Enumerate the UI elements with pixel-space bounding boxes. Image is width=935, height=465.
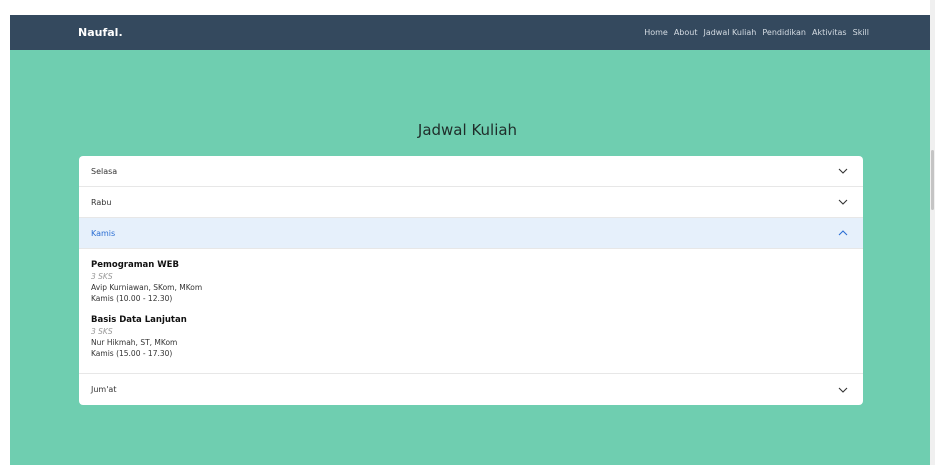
- nav-link-skill[interactable]: Skill: [853, 28, 869, 37]
- nav-links: Home About Jadwal Kuliah Pendidikan Akti…: [644, 15, 869, 50]
- accordion-header-selasa[interactable]: Selasa: [79, 156, 863, 187]
- scrollbar-thumb[interactable]: [931, 150, 934, 210]
- chevron-down-icon: [838, 168, 848, 174]
- course-credits: 3 SKS: [91, 272, 113, 281]
- nav-link-aktivitas[interactable]: Aktivitas: [812, 28, 847, 37]
- page-top-strip: [0, 0, 935, 15]
- chevron-down-icon: [838, 199, 848, 205]
- brand-logo[interactable]: Naufal.: [78, 15, 123, 50]
- course-lecturer: Avip Kurniawan, SKom, MKom: [91, 283, 203, 292]
- accordion-header-label: Selasa: [91, 166, 118, 176]
- accordion-header-label: Jum'at: [91, 385, 117, 394]
- chevron-down-icon: [838, 387, 848, 393]
- accordion-header-kamis[interactable]: Kamis: [79, 218, 863, 249]
- scrollbar-track[interactable]: [930, 0, 935, 465]
- nav-link-pendidikan[interactable]: Pendidikan: [762, 28, 806, 37]
- accordion-header-jumat[interactable]: Jum'at: [79, 374, 863, 405]
- accordion-header-label: Rabu: [91, 197, 112, 207]
- nav-link-about[interactable]: About: [674, 28, 698, 37]
- course-credits: 3 SKS: [91, 327, 113, 336]
- accordion-body-kamis: Pemograman WEB 3 SKS Avip Kurniawan, SKo…: [79, 249, 863, 374]
- section-title: Jadwal Kuliah: [417, 121, 518, 139]
- nav-link-home[interactable]: Home: [644, 28, 668, 37]
- course-time: Kamis (10.00 - 12.30): [91, 294, 173, 303]
- course-item: Basis Data Lanjutan 3 SKS Nur Hikmah, ST…: [91, 314, 851, 359]
- course-lecturer: Nur Hikmah, ST, MKom: [91, 338, 178, 347]
- schedule-accordion: Selasa Rabu Kamis Pemograman WEB 3 SKS A…: [79, 156, 863, 405]
- accordion-header-rabu[interactable]: Rabu: [79, 187, 863, 218]
- navbar: Naufal. Home About Jadwal Kuliah Pendidi…: [10, 15, 930, 50]
- course-item: Pemograman WEB 3 SKS Avip Kurniawan, SKo…: [91, 259, 851, 304]
- accordion-header-label: Kamis: [91, 228, 116, 238]
- course-time: Kamis (15.00 - 17.30): [91, 349, 173, 358]
- nav-link-jadwal-kuliah[interactable]: Jadwal Kuliah: [703, 28, 756, 37]
- course-name: Basis Data Lanjutan: [91, 315, 187, 325]
- chevron-up-icon: [838, 230, 848, 236]
- course-name: Pemograman WEB: [91, 260, 179, 270]
